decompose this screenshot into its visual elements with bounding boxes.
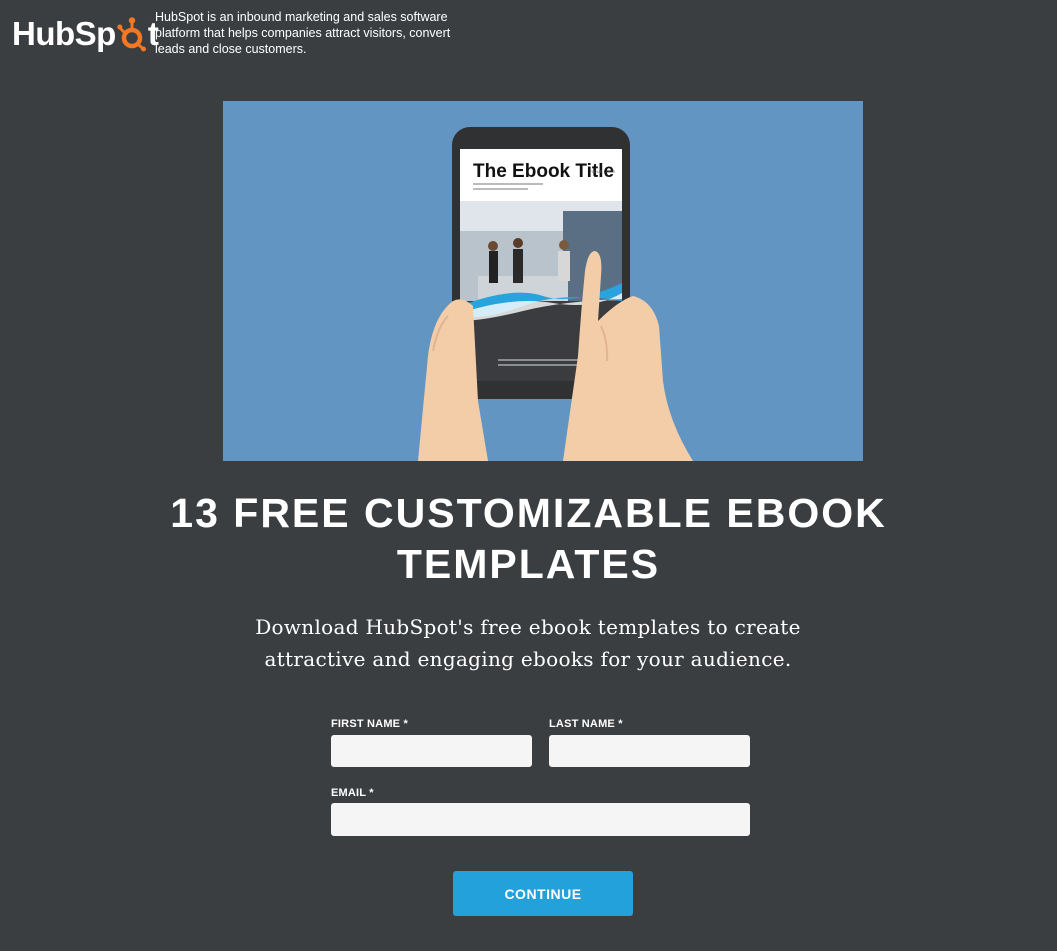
continue-button[interactable]: CONTINUE — [453, 871, 633, 916]
hero-image: The Ebook Title YOUR LOGO — [223, 101, 863, 461]
first-name-input[interactable] — [331, 735, 532, 767]
last-name-input[interactable] — [549, 735, 750, 767]
email-input[interactable] — [331, 803, 750, 836]
page-title: 13 FREE CUSTOMIZABLE EBOOK TEMPLATES — [170, 490, 887, 587]
hubspot-logo[interactable]: HubSp t — [12, 14, 159, 54]
first-name-label: FIRST NAME * — [331, 718, 408, 730]
page-subtitle: Download HubSpot's free ebook templates … — [255, 615, 801, 671]
sprocket-icon — [117, 17, 146, 52]
email-label: EMAIL * — [331, 787, 374, 799]
brand-tagline: HubSpot is an inbound marketing and sale… — [155, 10, 451, 56]
last-name-label: LAST NAME * — [549, 718, 623, 730]
tablet-illustration: The Ebook Title YOUR LOGO — [223, 101, 863, 461]
ebook-logo-label: YOUR LOGO — [591, 169, 615, 174]
logo-text-left: HubSp — [12, 15, 116, 52]
